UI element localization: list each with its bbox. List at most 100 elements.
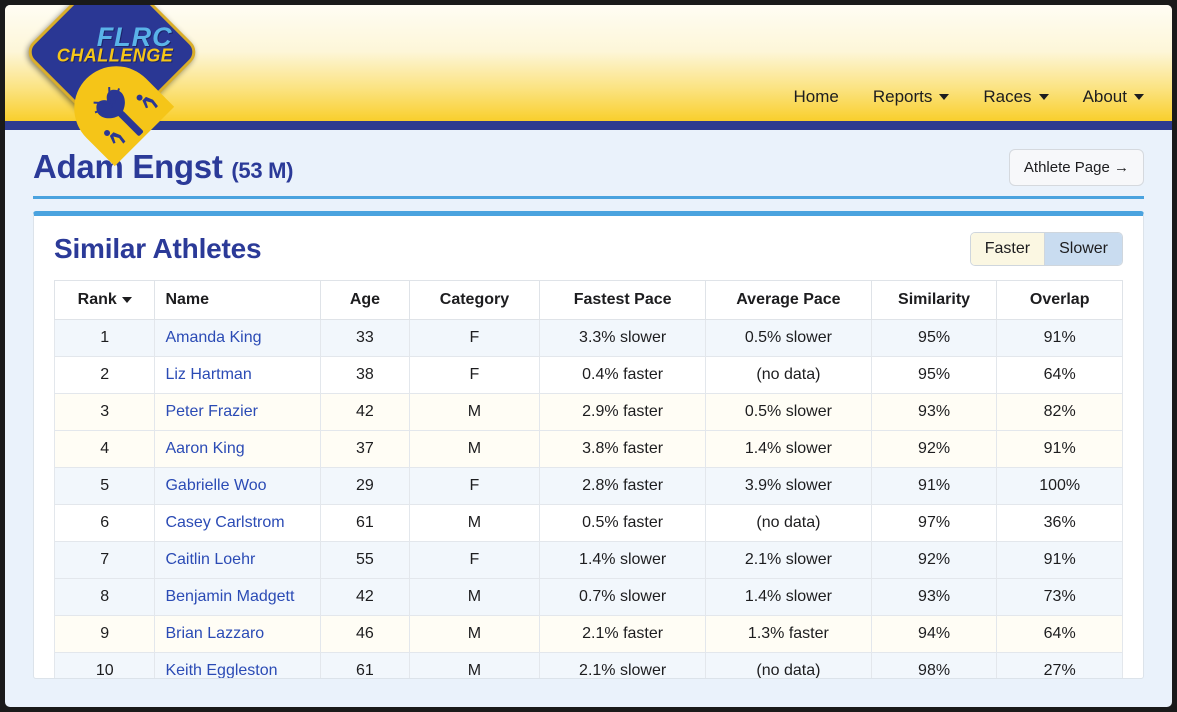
column-header-overlap[interactable]: Overlap xyxy=(996,280,1123,320)
cell-fastest-pace: 2.1% slower xyxy=(539,652,707,678)
cell-average-pace: 0.5% slower xyxy=(705,319,872,357)
cell-category: F xyxy=(408,356,541,394)
nav-item-races[interactable]: Races xyxy=(983,87,1049,107)
cell-name: Brian Lazzaro xyxy=(154,615,322,653)
cell-average-pace: 2.1% slower xyxy=(705,541,872,579)
column-header-fastest-pace[interactable]: Fastest Pace xyxy=(539,280,707,320)
nav-item-home[interactable]: Home xyxy=(793,87,838,107)
cell-age: 33 xyxy=(320,319,410,357)
cell-name: Caitlin Loehr xyxy=(154,541,322,579)
cell-rank: 6 xyxy=(53,504,156,542)
cell-fastest-pace: 3.3% slower xyxy=(539,319,707,357)
cell-rank: 2 xyxy=(53,356,156,394)
cell-fastest-pace: 3.8% faster xyxy=(539,430,707,468)
athlete-link[interactable]: Keith Eggleston xyxy=(165,662,277,678)
athlete-link[interactable]: Gabrielle Woo xyxy=(165,477,266,494)
cell-similarity: 92% xyxy=(870,430,998,468)
cell-overlap: 73% xyxy=(996,578,1123,616)
column-label-rank: Rank xyxy=(77,291,117,308)
column-header-name[interactable]: Name xyxy=(154,280,322,320)
cell-fastest-pace: 0.4% faster xyxy=(539,356,707,394)
toggle-slower-button[interactable]: Slower xyxy=(1044,233,1122,265)
browser-page: FLRC CHALLENGE Home Reports Races About … xyxy=(0,0,1177,712)
nav-item-reports[interactable]: Reports xyxy=(873,87,950,107)
toggle-faster-button[interactable]: Faster xyxy=(970,233,1045,265)
cell-overlap: 64% xyxy=(996,615,1123,653)
nav-label-races: Races xyxy=(983,87,1032,106)
athlete-link[interactable]: Amanda King xyxy=(165,329,261,346)
athlete-link[interactable]: Benjamin Madgett xyxy=(165,588,294,605)
cell-average-pace: (no data) xyxy=(705,652,872,678)
athlete-page-button[interactable]: Athlete Page → xyxy=(1008,148,1144,186)
athlete-name: Adam Engst xyxy=(33,148,223,185)
site-header: FLRC CHALLENGE Home Reports Races About xyxy=(5,5,1172,167)
table-row: 4 Aaron King 37 M 3.8% faster 1.4% slower 92% 9… xyxy=(53,430,1123,468)
athlete-meta: (53 M) xyxy=(231,158,294,183)
chevron-down-icon xyxy=(1038,94,1049,100)
cell-category: F xyxy=(408,319,541,357)
table-header-row: Rank Name Age Category Fastest Pace Aver… xyxy=(53,280,1123,320)
cell-rank: 4 xyxy=(53,430,156,468)
cell-category: M xyxy=(408,504,541,542)
athlete-link[interactable]: Peter Frazier xyxy=(165,403,257,420)
similar-athletes-card: Similar Athletes Faster Slower Rank Name… xyxy=(33,211,1144,679)
cell-rank: 10 xyxy=(53,652,156,678)
cell-rank: 8 xyxy=(53,578,156,616)
cell-average-pace: 1.4% slower xyxy=(705,578,872,616)
table-header: Rank Name Age Category Fastest Pace Aver… xyxy=(53,280,1123,320)
cell-name: Peter Frazier xyxy=(154,393,322,431)
cell-average-pace: 1.3% faster xyxy=(705,615,872,653)
column-header-age[interactable]: Age xyxy=(320,280,410,320)
cell-similarity: 93% xyxy=(870,578,998,616)
cell-age: 61 xyxy=(320,652,410,678)
column-header-rank[interactable]: Rank xyxy=(53,280,156,320)
athlete-link[interactable]: Liz Hartman xyxy=(165,366,251,383)
cell-name: Aaron King xyxy=(154,430,322,468)
cell-age: 37 xyxy=(320,430,410,468)
cell-category: M xyxy=(408,578,541,616)
athlete-link[interactable]: Brian Lazzaro xyxy=(165,625,264,642)
cell-name: Casey Carlstrom xyxy=(154,504,322,542)
cell-overlap: 100% xyxy=(996,467,1123,505)
athlete-link[interactable]: Caitlin Loehr xyxy=(165,551,255,568)
cell-similarity: 91% xyxy=(870,467,998,505)
similar-athletes-table: Rank Name Age Category Fastest Pace Aver… xyxy=(53,280,1123,678)
athlete-link[interactable]: Aaron King xyxy=(165,440,244,457)
flrc-challenge-logo[interactable]: FLRC CHALLENGE xyxy=(22,5,202,167)
cell-fastest-pace: 2.9% faster xyxy=(539,393,707,431)
cell-name: Liz Hartman xyxy=(154,356,322,394)
cell-overlap: 91% xyxy=(996,319,1123,357)
cell-age: 61 xyxy=(320,504,410,542)
cell-category: M xyxy=(408,393,541,431)
athlete-link[interactable]: Casey Carlstrom xyxy=(165,514,284,531)
page-title-row: Adam Engst (53 M) Athlete Page → xyxy=(33,148,1144,199)
cell-age: 38 xyxy=(320,356,410,394)
column-header-similarity[interactable]: Similarity xyxy=(870,280,998,320)
chevron-down-icon xyxy=(1134,94,1144,100)
column-header-category[interactable]: Category xyxy=(408,280,541,320)
main-navigation: Home Reports Races About xyxy=(793,87,1144,107)
nav-label-home: Home xyxy=(793,87,839,106)
cell-name: Benjamin Madgett xyxy=(154,578,322,616)
table-row: 7 Caitlin Loehr 55 F 1.4% slower 2.1% slower 9… xyxy=(53,541,1123,579)
cell-similarity: 97% xyxy=(870,504,998,542)
table-row: 10 Keith Eggleston 61 M 2.1% slower (no data)… xyxy=(53,652,1123,678)
cell-category: F xyxy=(408,467,541,505)
nav-item-about[interactable]: About xyxy=(1083,87,1144,107)
cell-overlap: 91% xyxy=(996,541,1123,579)
cell-category: M xyxy=(408,430,541,468)
cell-category: M xyxy=(408,652,541,678)
column-header-average-pace[interactable]: Average Pace xyxy=(705,280,872,320)
card-title: Similar Athletes xyxy=(54,233,262,264)
cell-age: 55 xyxy=(320,541,410,579)
table-row: 9 Brian Lazzaro 46 M 2.1% faster 1.3% faster 9… xyxy=(53,615,1123,653)
nav-label-reports: Reports xyxy=(872,87,933,106)
nav-label-about: About xyxy=(1082,87,1127,106)
table-row: 2 Liz Hartman 38 F 0.4% faster (no data) 95% 64… xyxy=(53,356,1123,394)
cell-similarity: 92% xyxy=(870,541,998,579)
table-row: 8 Benjamin Madgett 42 M 0.7% slower 1.4% slow… xyxy=(53,578,1123,616)
cell-rank: 3 xyxy=(53,393,156,431)
pace-direction-toggle: Faster Slower xyxy=(969,232,1123,266)
table-row: 5 Gabrielle Woo 29 F 2.8% faster 3.9% slower 9… xyxy=(53,467,1123,505)
cell-overlap: 27% xyxy=(996,652,1123,678)
